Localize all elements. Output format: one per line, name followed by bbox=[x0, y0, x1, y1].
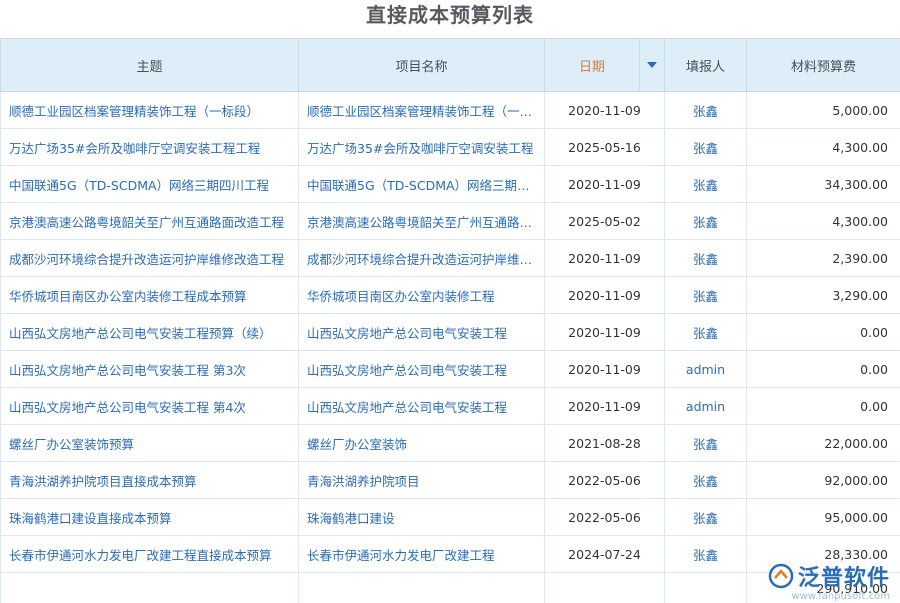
cell-subject[interactable]: 成都沙河环境综合提升改造运河护岸维修改造工程 bbox=[1, 240, 299, 277]
cell-budget: 95,000.00 bbox=[747, 499, 900, 536]
total-empty-cell bbox=[545, 573, 665, 603]
cell-budget: 34,300.00 bbox=[747, 166, 900, 203]
table-row[interactable]: 京港澳高速公路粤境韶关至广州互通路面改造工程京港澳高速公路粤境韶关至广州互通路面… bbox=[1, 203, 900, 240]
table-row[interactable]: 成都沙河环境综合提升改造运河护岸维修改造工程成都沙河环境综合提升改造运河护岸维修… bbox=[1, 240, 900, 277]
cell-project[interactable]: 顺德工业园区档案管理精装饰工程（一标段） bbox=[299, 92, 545, 129]
cell-date: 2020-11-09 bbox=[545, 92, 665, 129]
cell-date: 2020-11-09 bbox=[545, 277, 665, 314]
table-row[interactable]: 中国联通5G（TD-SCDMA）网络三期四川工程中国联通5G（TD-SCDMA）… bbox=[1, 166, 900, 203]
cell-budget: 22,000.00 bbox=[747, 425, 900, 462]
cell-budget: 4,300.00 bbox=[747, 129, 900, 166]
table-row[interactable]: 山西弘文房地产总公司电气安装工程 第4次山西弘文房地产总公司电气安装工程2020… bbox=[1, 388, 900, 425]
header-date[interactable]: 日期 bbox=[545, 39, 665, 92]
cell-reporter[interactable]: admin bbox=[665, 388, 747, 425]
table-row[interactable]: 山西弘文房地产总公司电气安装工程 第3次山西弘文房地产总公司电气安装工程2020… bbox=[1, 351, 900, 388]
cell-subject[interactable]: 山西弘文房地产总公司电气安装工程预算（续） bbox=[1, 314, 299, 351]
chevron-down-icon bbox=[647, 62, 657, 68]
cell-date: 2021-08-28 bbox=[545, 425, 665, 462]
cell-date: 2022-05-06 bbox=[545, 499, 665, 536]
cell-subject[interactable]: 山西弘文房地产总公司电气安装工程 第4次 bbox=[1, 388, 299, 425]
cell-project[interactable]: 螺丝厂办公室装饰 bbox=[299, 425, 545, 462]
total-row: 290,910.00 bbox=[1, 573, 900, 603]
header-date-label: 日期 bbox=[545, 56, 639, 75]
total-empty-cell bbox=[665, 573, 747, 603]
cell-project[interactable]: 成都沙河环境综合提升改造运河护岸维修改造工程 bbox=[299, 240, 545, 277]
table-row[interactable]: 万达广场35#会所及咖啡厅空调安装工程工程万达广场35#会所及咖啡厅空调安装工程… bbox=[1, 129, 900, 166]
cell-budget: 92,000.00 bbox=[747, 462, 900, 499]
cell-subject[interactable]: 珠海鹤港口建设直接成本预算 bbox=[1, 499, 299, 536]
cell-reporter[interactable]: 张鑫 bbox=[665, 499, 747, 536]
cell-date: 2024-07-24 bbox=[545, 536, 665, 573]
cell-reporter[interactable]: 张鑫 bbox=[665, 203, 747, 240]
cell-date: 2025-05-02 bbox=[545, 203, 665, 240]
cell-reporter[interactable]: admin bbox=[665, 351, 747, 388]
cell-reporter[interactable]: 张鑫 bbox=[665, 536, 747, 573]
cell-subject[interactable]: 华侨城项目南区办公室内装修工程成本预算 bbox=[1, 277, 299, 314]
table-row[interactable]: 青海洪湖养护院项目直接成本预算青海洪湖养护院项目2022-05-06张鑫92,0… bbox=[1, 462, 900, 499]
cell-subject[interactable]: 青海洪湖养护院项目直接成本预算 bbox=[1, 462, 299, 499]
table-row[interactable]: 螺丝厂办公室装饰预算螺丝厂办公室装饰2021-08-28张鑫22,000.00 bbox=[1, 425, 900, 462]
cell-date: 2020-11-09 bbox=[545, 240, 665, 277]
cell-budget: 2,390.00 bbox=[747, 240, 900, 277]
cell-date: 2020-11-09 bbox=[545, 388, 665, 425]
cell-date: 2020-11-09 bbox=[545, 351, 665, 388]
header-project[interactable]: 项目名称 bbox=[299, 39, 545, 92]
sort-dropdown-button[interactable] bbox=[639, 39, 664, 91]
cell-reporter[interactable]: 张鑫 bbox=[665, 425, 747, 462]
header-reporter[interactable]: 填报人 bbox=[665, 39, 747, 92]
cell-budget: 3,290.00 bbox=[747, 277, 900, 314]
header-subject[interactable]: 主题 bbox=[1, 39, 299, 92]
cell-project[interactable]: 长春市伊通河水力发电厂改建工程 bbox=[299, 536, 545, 573]
cell-project[interactable]: 华侨城项目南区办公室内装修工程 bbox=[299, 277, 545, 314]
cell-reporter[interactable]: 张鑫 bbox=[665, 462, 747, 499]
table-row[interactable]: 珠海鹤港口建设直接成本预算珠海鹤港口建设2022-05-06张鑫95,000.0… bbox=[1, 499, 900, 536]
cell-project[interactable]: 万达广场35#会所及咖啡厅空调安装工程 bbox=[299, 129, 545, 166]
cell-subject[interactable]: 京港澳高速公路粤境韶关至广州互通路面改造工程 bbox=[1, 203, 299, 240]
cell-budget: 4,300.00 bbox=[747, 203, 900, 240]
watermark-url: www.fanpusoft.com bbox=[791, 591, 890, 602]
cell-project[interactable]: 珠海鹤港口建设 bbox=[299, 499, 545, 536]
table-row[interactable]: 顺德工业园区档案管理精装饰工程（一标段）顺德工业园区档案管理精装饰工程（一标段）… bbox=[1, 92, 900, 129]
table-header-row: 主题 项目名称 日期 填报人 材料预算费 bbox=[1, 39, 900, 92]
cell-budget: 0.00 bbox=[747, 388, 900, 425]
cell-project[interactable]: 青海洪湖养护院项目 bbox=[299, 462, 545, 499]
cell-date: 2020-11-09 bbox=[545, 314, 665, 351]
table-row[interactable]: 长春市伊通河水力发电厂改建工程直接成本预算长春市伊通河水力发电厂改建工程2024… bbox=[1, 536, 900, 573]
cell-project[interactable]: 中国联通5G（TD-SCDMA）网络三期四川工程 bbox=[299, 166, 545, 203]
cell-reporter[interactable]: 张鑫 bbox=[665, 129, 747, 166]
cell-date: 2020-11-09 bbox=[545, 166, 665, 203]
cell-project[interactable]: 京港澳高速公路粤境韶关至广州互通路面改造工程 bbox=[299, 203, 545, 240]
cell-project[interactable]: 山西弘文房地产总公司电气安装工程 bbox=[299, 314, 545, 351]
cell-reporter[interactable]: 张鑫 bbox=[665, 314, 747, 351]
budget-table: 主题 项目名称 日期 填报人 材料预算费 顺德工业园区档案管理精装饰工程（一标段… bbox=[0, 38, 900, 603]
cell-reporter[interactable]: 张鑫 bbox=[665, 92, 747, 129]
cell-date: 2022-05-06 bbox=[545, 462, 665, 499]
cell-project[interactable]: 山西弘文房地产总公司电气安装工程 bbox=[299, 388, 545, 425]
fanpu-logo-icon bbox=[768, 563, 794, 589]
cell-subject[interactable]: 中国联通5G（TD-SCDMA）网络三期四川工程 bbox=[1, 166, 299, 203]
table-body: 顺德工业园区档案管理精装饰工程（一标段）顺德工业园区档案管理精装饰工程（一标段）… bbox=[1, 92, 900, 603]
cell-subject[interactable]: 顺德工业园区档案管理精装饰工程（一标段） bbox=[1, 92, 299, 129]
cell-reporter[interactable]: 张鑫 bbox=[665, 166, 747, 203]
cell-subject[interactable]: 螺丝厂办公室装饰预算 bbox=[1, 425, 299, 462]
cell-budget: 0.00 bbox=[747, 314, 900, 351]
cell-subject[interactable]: 长春市伊通河水力发电厂改建工程直接成本预算 bbox=[1, 536, 299, 573]
cell-subject[interactable]: 山西弘文房地产总公司电气安装工程 第3次 bbox=[1, 351, 299, 388]
cell-reporter[interactable]: 张鑫 bbox=[665, 277, 747, 314]
cell-budget: 0.00 bbox=[747, 351, 900, 388]
cell-reporter[interactable]: 张鑫 bbox=[665, 240, 747, 277]
table-row[interactable]: 山西弘文房地产总公司电气安装工程预算（续）山西弘文房地产总公司电气安装工程202… bbox=[1, 314, 900, 351]
total-empty-cell bbox=[1, 573, 299, 603]
header-budget[interactable]: 材料预算费 bbox=[747, 39, 900, 92]
page-title: 直接成本预算列表 bbox=[0, 0, 900, 30]
cell-date: 2025-05-16 bbox=[545, 129, 665, 166]
table-row[interactable]: 华侨城项目南区办公室内装修工程成本预算华侨城项目南区办公室内装修工程2020-1… bbox=[1, 277, 900, 314]
total-empty-cell bbox=[299, 573, 545, 603]
watermark: 泛普软件 bbox=[768, 560, 890, 592]
cell-budget: 5,000.00 bbox=[747, 92, 900, 129]
cell-subject[interactable]: 万达广场35#会所及咖啡厅空调安装工程工程 bbox=[1, 129, 299, 166]
cell-project[interactable]: 山西弘文房地产总公司电气安装工程 bbox=[299, 351, 545, 388]
watermark-brand: 泛普软件 bbox=[798, 560, 890, 592]
